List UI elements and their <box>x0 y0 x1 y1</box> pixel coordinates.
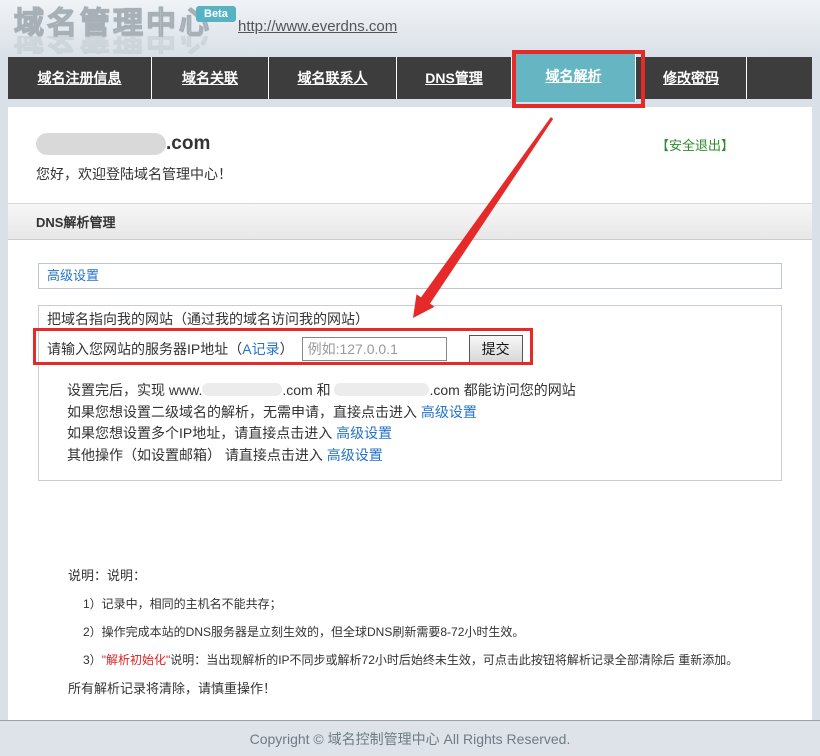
advanced-settings-box: 高级设置 <box>38 263 782 289</box>
advanced-settings-link[interactable]: 高级设置 <box>327 447 383 463</box>
welcome-section: .com 【安全退出】 您好，欢迎登陆域名管理中心！ <box>8 107 812 203</box>
tab-domain-association[interactable]: 域名关联 <box>152 57 269 99</box>
notes-item-1: 1）记录中，相同的主机名不能共存； <box>83 597 282 611</box>
instruction-line-4: 其他操作（如设置邮箱） 请直接点击进入 高级设置 <box>67 446 383 463</box>
form-heading: 把域名指向我的网站（通过我的域名访问我的网站） <box>47 311 369 327</box>
main-nav: 域名注册信息 域名关联 域名联系人 DNS管理 域名解析 修改密码 <box>8 50 812 102</box>
a-record-link[interactable]: A记录 <box>242 341 279 357</box>
page: 域名管理中心 域名管理中心 Beta http://www.everdns.co… <box>0 0 820 756</box>
instructions: 设置完后，实现 www. .com 和 .com 都能访问您的网站 如果您想设置二… <box>67 380 781 466</box>
notes-item-3: 3）"解析初始化"说明：当出现解析的IP不同步或解析72小时后始终未生效，可点击… <box>83 653 739 667</box>
tab-change-password[interactable]: 修改密码 <box>636 57 747 99</box>
footer: Copyright © 域名控制管理中心 All Rights Reserved… <box>0 720 820 756</box>
site-url-link[interactable]: http://www.everdns.com <box>238 18 397 35</box>
redacted-domain-blob <box>202 383 283 396</box>
advanced-settings-link[interactable]: 高级设置 <box>421 404 477 420</box>
section-bar: DNS解析管理 <box>8 203 812 240</box>
logo: 域名管理中心 域名管理中心 <box>13 7 212 54</box>
inner-content: 高级设置 把域名指向我的网站（通过我的域名访问我的网站） 请输入您网站的服务器I… <box>8 263 812 697</box>
section-title: DNS解析管理 <box>36 215 116 230</box>
safe-logout-link[interactable]: 【安全退出】 <box>656 135 784 154</box>
ip-form-row: 请输入您网站的服务器IP地址（A记录） 提交 <box>39 332 781 366</box>
copyright-text: Copyright © 域名控制管理中心 All Rights Reserved… <box>249 730 571 747</box>
advanced-settings-link[interactable]: 高级设置 <box>336 425 392 441</box>
logo-reflection: 域名管理中心 <box>14 36 212 54</box>
redacted-domain-blob <box>334 383 430 396</box>
notes-warning: 所有解析记录将清除，请慎重操作！ <box>68 681 277 696</box>
redacted-domain-blob <box>36 133 166 155</box>
content: .com 【安全退出】 您好，欢迎登陆域名管理中心！ DNS解析管理 高级设置 … <box>8 107 812 720</box>
header: 域名管理中心 域名管理中心 Beta http://www.everdns.co… <box>0 0 820 57</box>
instruction-line-3: 如果您想设置多个IP地址，请直接点击进入 高级设置 <box>67 425 393 441</box>
advanced-settings-link[interactable]: 高级设置 <box>47 268 99 283</box>
notes-item-2: 2）操作完成本站的DNS服务器是立刻生效的，但全球DNS刷新需要8-72小时生效… <box>83 625 525 639</box>
tab-dns-management[interactable]: DNS管理 <box>397 57 512 99</box>
instruction-line-2: 如果您想设置二级域名的解析，无需申请，直接点击进入 高级设置 <box>67 403 477 420</box>
ip-address-input[interactable] <box>301 337 447 361</box>
domain-suffix: .com <box>166 133 211 154</box>
greeting-text: 您好，欢迎登陆域名管理中心！ <box>36 166 232 182</box>
instruction-line-1: 设置完后，实现 www. .com 和 .com 都能访问您的网站 <box>67 382 576 398</box>
dns-form-box: 把域名指向我的网站（通过我的域名访问我的网站） 请输入您网站的服务器IP地址（A… <box>38 305 782 481</box>
submit-button[interactable]: 提交 <box>468 335 523 363</box>
notes-heading: 说明：说明： <box>68 568 147 583</box>
beta-badge: Beta <box>196 6 236 22</box>
nav-filler <box>747 57 812 99</box>
init-reset-highlight: "解析初始化" <box>101 653 171 667</box>
notes-section: 说明：说明： 1）记录中，相同的主机名不能共存； 2）操作完成本站的DNS服务器… <box>38 565 782 697</box>
ip-label: 请输入您网站的服务器IP地址（A记录） <box>47 341 294 357</box>
tab-domain-registration-info[interactable]: 域名注册信息 <box>8 57 152 99</box>
domain-line: .com 【安全退出】 <box>36 133 784 155</box>
tab-domain-contact[interactable]: 域名联系人 <box>269 57 397 99</box>
tab-domain-resolution[interactable]: 域名解析 <box>512 50 636 102</box>
